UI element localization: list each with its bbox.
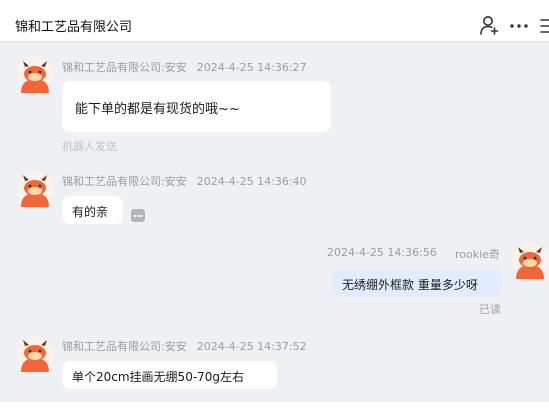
- message-time: 2024-4-25 14:36:27: [196, 61, 307, 74]
- message-bubble: 单个20cm挂画无绷50-70g左右: [62, 361, 277, 389]
- more-icon[interactable]: [509, 14, 529, 36]
- message-time: 2024-4-25 14:36:40: [196, 175, 307, 188]
- read-status: 已读: [479, 303, 501, 316]
- message-more-button[interactable]: [131, 209, 145, 222]
- seller-avatar[interactable]: [17, 57, 53, 93]
- seller-avatar[interactable]: [17, 336, 53, 372]
- sender-name: 锦和工艺品有限公司:安安: [62, 61, 187, 74]
- sender-name: rookie奇: [455, 248, 500, 261]
- chat-header: 锦和工艺品有限公司: [0, 0, 549, 42]
- input-toolbar: [0, 402, 549, 414]
- list-icon[interactable]: [540, 14, 549, 36]
- chat-title: 锦和工艺品有限公司: [15, 20, 133, 35]
- message-bubble: 无绣绷外框款 重量多少呀: [332, 269, 502, 297]
- message-time: 2024-4-25 14:36:56: [327, 246, 437, 259]
- seller-avatar[interactable]: [17, 171, 53, 207]
- robot-sent-note: 机器人发送: [62, 140, 117, 153]
- message-bubble: 能下单的都是有现货的哦~~: [62, 81, 331, 132]
- sender-name: 锦和工艺品有限公司:安安: [62, 175, 187, 188]
- message-time: 2024-4-25 14:37:52: [196, 340, 307, 353]
- add-user-icon[interactable]: [479, 14, 499, 36]
- message-bubble: 有的亲: [62, 196, 123, 224]
- user-avatar[interactable]: [512, 243, 548, 279]
- sender-name: 锦和工艺品有限公司:安安: [62, 340, 187, 353]
